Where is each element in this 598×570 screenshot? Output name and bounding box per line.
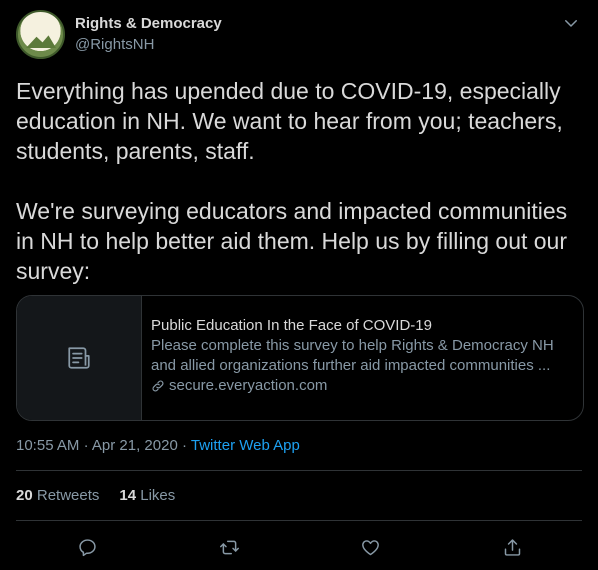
tweet-date[interactable]: Apr 21, 2020 (92, 437, 178, 454)
tweet-meta: 10:55 AM · Apr 21, 2020 · Twitter Web Ap… (16, 436, 300, 456)
heart-icon (361, 539, 379, 555)
card-thumbnail (17, 296, 142, 420)
reply-icon (78, 538, 96, 556)
card-title: Public Education In the Face of COVID-19 (151, 317, 432, 334)
user-handle[interactable]: @RightsNH (75, 35, 222, 55)
likes-label: Likes (140, 487, 176, 504)
likes-count: 14 (119, 487, 137, 504)
tweet: Rights & Democracy @RightsNH Everything … (0, 0, 598, 570)
share-button[interactable] (495, 530, 529, 564)
chevron-down-icon[interactable] (562, 14, 580, 32)
document-icon (68, 347, 90, 369)
tweet-source[interactable]: Twitter Web App (191, 437, 300, 454)
retweets-stat[interactable]: 20 Retweets (16, 487, 99, 504)
card-description-line-2: and allied organizations further aid imp… (151, 357, 551, 374)
like-button[interactable] (353, 530, 387, 564)
reply-button[interactable] (70, 530, 104, 564)
likes-stat[interactable]: 14 Likes (119, 487, 175, 504)
tweet-header: Rights & Democracy @RightsNH (16, 10, 582, 60)
tweet-stats: 20 Retweets 14 Likes (16, 486, 175, 506)
meta-separator: · (83, 437, 89, 454)
author-names: Rights & Democracy @RightsNH (75, 14, 222, 55)
card-domain: secure.everyaction.com (151, 376, 571, 396)
divider (16, 470, 582, 471)
tweet-text: Everything has upended due to COVID-19, … (16, 78, 568, 284)
meta-separator: · (181, 437, 187, 454)
avatar[interactable] (16, 10, 65, 59)
link-card[interactable]: Public Education In the Face of COVID-19… (16, 295, 584, 421)
card-body: Public Education In the Face of COVID-19… (151, 316, 571, 396)
tweet-time[interactable]: 10:55 AM (16, 437, 79, 454)
retweet-icon (219, 540, 239, 554)
retweets-count: 20 (16, 487, 33, 504)
link-icon (152, 380, 164, 392)
tweet-actions (0, 530, 598, 562)
retweets-label: Retweets (36, 487, 100, 504)
divider (16, 520, 582, 521)
share-icon (504, 538, 520, 556)
avatar-mountain-logo (26, 35, 56, 48)
card-description-line-1: Please complete this survey to help Righ… (151, 337, 554, 354)
card-domain-text: secure.everyaction.com (169, 377, 328, 394)
retweet-button[interactable] (212, 530, 246, 564)
display-name[interactable]: Rights & Democracy (75, 14, 222, 34)
